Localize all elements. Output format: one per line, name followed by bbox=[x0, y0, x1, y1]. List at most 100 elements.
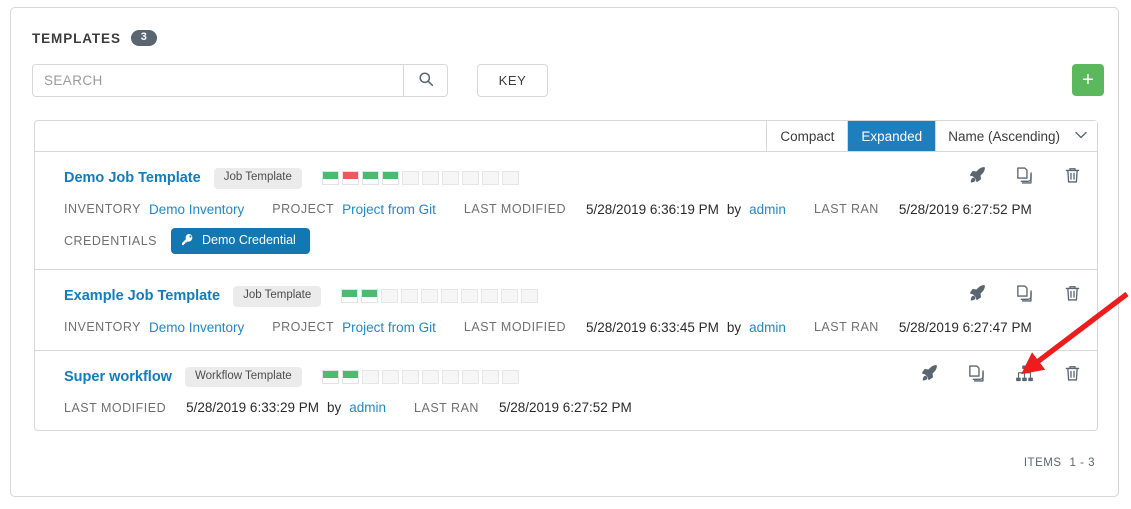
project-link[interactable]: Project from Git bbox=[342, 202, 436, 217]
template-name-link[interactable]: Example Job Template bbox=[64, 288, 220, 304]
last-ran-label: LAST RAN bbox=[814, 320, 879, 334]
last-ran-value: 5/28/2019 6:27:52 PM bbox=[499, 400, 632, 415]
sort-dropdown-label: Name (Ascending) bbox=[948, 129, 1060, 144]
project-link[interactable]: Project from Git bbox=[342, 320, 436, 335]
status-square[interactable] bbox=[342, 171, 359, 185]
sort-dropdown[interactable]: Name (Ascending) bbox=[935, 121, 1097, 151]
status-square[interactable] bbox=[341, 289, 358, 303]
row-actions bbox=[917, 363, 1083, 385]
inventory-link[interactable]: Demo Inventory bbox=[149, 202, 244, 217]
table-row: Super workflow Workflow Template LAST MO… bbox=[35, 351, 1097, 431]
template-name-link[interactable]: Demo Job Template bbox=[64, 170, 201, 186]
page-title: TEMPLATES bbox=[32, 31, 121, 46]
credentials-label: CREDENTIALS bbox=[64, 234, 157, 248]
items-label: ITEMS bbox=[1024, 457, 1062, 469]
plus-icon: + bbox=[1082, 70, 1094, 90]
search-box bbox=[32, 64, 448, 97]
status-square[interactable] bbox=[342, 370, 359, 384]
status-square bbox=[402, 370, 419, 384]
status-square bbox=[462, 370, 479, 384]
table-row: Demo Job Template Job Template INVENTORY bbox=[35, 152, 1097, 270]
chevron-down-icon bbox=[1075, 131, 1087, 142]
template-type-badge: Job Template bbox=[214, 168, 302, 189]
modified-by-link[interactable]: admin bbox=[749, 320, 786, 335]
last-ran-label: LAST RAN bbox=[414, 401, 479, 415]
rocket-icon[interactable] bbox=[965, 282, 987, 304]
inventory-label: INVENTORY bbox=[64, 202, 141, 216]
by-label: by bbox=[727, 320, 741, 335]
pagination-status: ITEMS 1 - 3 bbox=[1024, 457, 1095, 469]
status-square[interactable] bbox=[322, 370, 339, 384]
job-status-sparkline bbox=[322, 370, 519, 384]
template-type-badge: Workflow Template bbox=[185, 367, 302, 388]
templates-list: Compact Expanded Name (Ascending) Demo J… bbox=[34, 120, 1098, 431]
status-square bbox=[442, 370, 459, 384]
credential-name: Demo Credential bbox=[202, 234, 296, 247]
status-square bbox=[462, 171, 479, 185]
last-modified-label: LAST MODIFIED bbox=[64, 401, 166, 415]
templates-panel: TEMPLATES 3 KEY + Compact Expanded bbox=[10, 7, 1119, 497]
last-modified-value: 5/28/2019 6:33:45 PM bbox=[586, 320, 719, 335]
copy-icon[interactable] bbox=[965, 363, 987, 385]
rocket-icon[interactable] bbox=[965, 164, 987, 186]
status-square bbox=[381, 289, 398, 303]
status-square bbox=[482, 370, 499, 384]
search-input[interactable] bbox=[33, 65, 403, 96]
rocket-icon[interactable] bbox=[917, 363, 939, 385]
status-square bbox=[502, 370, 519, 384]
status-square[interactable] bbox=[361, 289, 378, 303]
status-square[interactable] bbox=[382, 171, 399, 185]
status-square bbox=[402, 171, 419, 185]
status-square bbox=[401, 289, 418, 303]
status-square bbox=[521, 289, 538, 303]
template-count-badge: 3 bbox=[131, 30, 157, 46]
job-status-sparkline bbox=[322, 171, 519, 185]
table-row: Example Job Template Job Template INVENT… bbox=[35, 270, 1097, 351]
status-square bbox=[461, 289, 478, 303]
panel-header: TEMPLATES 3 bbox=[32, 30, 157, 46]
last-ran-value: 5/28/2019 6:27:52 PM bbox=[899, 202, 1032, 217]
project-label: PROJECT bbox=[272, 202, 334, 216]
status-square bbox=[422, 370, 439, 384]
copy-icon[interactable] bbox=[1013, 164, 1035, 186]
search-row: KEY bbox=[32, 64, 548, 97]
status-square[interactable] bbox=[322, 171, 339, 185]
trash-icon[interactable] bbox=[1061, 164, 1083, 186]
by-label: by bbox=[727, 202, 741, 217]
inventory-label: INVENTORY bbox=[64, 320, 141, 334]
trash-icon[interactable] bbox=[1061, 363, 1083, 385]
add-template-button[interactable]: + bbox=[1072, 64, 1104, 96]
status-square bbox=[501, 289, 518, 303]
trash-icon[interactable] bbox=[1061, 282, 1083, 304]
status-square[interactable] bbox=[362, 171, 379, 185]
inventory-link[interactable]: Demo Inventory bbox=[149, 320, 244, 335]
tab-expanded[interactable]: Expanded bbox=[847, 121, 935, 151]
status-square bbox=[422, 171, 439, 185]
list-toolbar: Compact Expanded Name (Ascending) bbox=[35, 121, 1097, 152]
status-square bbox=[382, 370, 399, 384]
last-modified-label: LAST MODIFIED bbox=[464, 320, 566, 334]
credential-badge[interactable]: Demo Credential bbox=[171, 228, 310, 255]
copy-icon[interactable] bbox=[1013, 282, 1035, 304]
status-square bbox=[442, 171, 459, 185]
modified-by-link[interactable]: admin bbox=[749, 202, 786, 217]
tab-compact[interactable]: Compact bbox=[766, 121, 847, 151]
project-label: PROJECT bbox=[272, 320, 334, 334]
last-ran-value: 5/28/2019 6:27:47 PM bbox=[899, 320, 1032, 335]
status-square bbox=[482, 171, 499, 185]
search-submit-button[interactable] bbox=[403, 65, 447, 96]
last-ran-label: LAST RAN bbox=[814, 202, 879, 216]
key-icon bbox=[181, 233, 194, 249]
status-square bbox=[502, 171, 519, 185]
last-modified-value: 5/28/2019 6:33:29 PM bbox=[186, 400, 319, 415]
view-toggle-group: Compact Expanded bbox=[766, 121, 935, 151]
sitemap-icon[interactable] bbox=[1013, 363, 1035, 385]
template-name-link[interactable]: Super workflow bbox=[64, 369, 172, 385]
by-label: by bbox=[327, 400, 341, 415]
key-button[interactable]: KEY bbox=[477, 64, 548, 97]
magnifier-icon bbox=[418, 71, 434, 90]
template-type-badge: Job Template bbox=[233, 286, 321, 307]
modified-by-link[interactable]: admin bbox=[349, 400, 386, 415]
items-range: 1 - 3 bbox=[1069, 457, 1095, 469]
row-actions bbox=[965, 164, 1083, 186]
